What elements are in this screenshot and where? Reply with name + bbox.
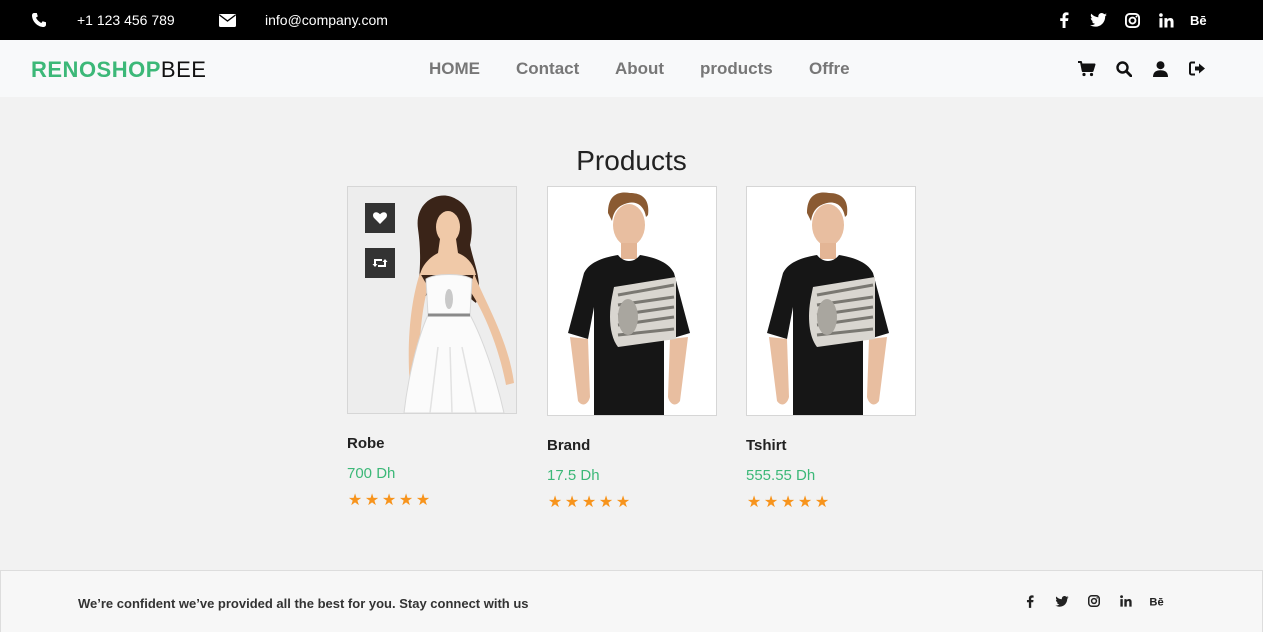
twitter-icon[interactable]	[1046, 589, 1078, 613]
retweet-icon	[372, 259, 388, 267]
star-icon: ★	[381, 492, 397, 509]
instagram-icon[interactable]	[1115, 0, 1149, 40]
star-icon: ★	[581, 494, 597, 511]
svg-text:Bē: Bē	[1149, 596, 1163, 607]
star-icon: ★	[547, 494, 563, 511]
product-rating: ★ ★ ★ ★ ★	[547, 495, 631, 511]
phone-number[interactable]: +1 123 456 789	[77, 0, 175, 40]
site-logo[interactable]: RENOSHOPBEE	[31, 58, 206, 82]
top-contact-bar: +1 123 456 789 info@company.com Bē	[0, 0, 1263, 40]
behance-icon[interactable]: Bē	[1142, 589, 1174, 613]
email-address[interactable]: info@company.com	[265, 0, 388, 40]
star-icon: ★	[746, 494, 762, 511]
star-icon: ★	[364, 492, 380, 509]
star-icon: ★	[347, 492, 363, 509]
linkedin-icon[interactable]	[1149, 0, 1183, 40]
nav-link-home[interactable]: HOME	[429, 59, 480, 79]
star-icon: ★	[763, 494, 779, 511]
footer-social-links: Bē	[1014, 589, 1174, 613]
product-image-tshirt[interactable]	[746, 186, 916, 416]
page-footer: We’re confident we’ve provided all the b…	[0, 570, 1263, 632]
star-icon: ★	[398, 492, 414, 509]
product-card-brand[interactable]: Brand 17.5 Dh ★ ★ ★ ★ ★	[547, 186, 717, 516]
user-icon[interactable]	[1142, 40, 1179, 97]
behance-icon[interactable]: Bē	[1183, 0, 1217, 40]
twitter-icon[interactable]	[1081, 0, 1115, 40]
product-card-tshirt[interactable]: Tshirt 555.55 Dh ★ ★ ★ ★ ★	[746, 186, 916, 516]
svg-text:Bē: Bē	[1190, 13, 1207, 27]
product-card-robe[interactable]: Robe 700 Dh ★ ★ ★ ★ ★	[347, 186, 517, 516]
product-name[interactable]: Brand	[547, 437, 590, 454]
product-image-brand[interactable]	[547, 186, 717, 416]
section-title: Products	[576, 145, 687, 176]
star-icon: ★	[598, 494, 614, 511]
nav-link-contact[interactable]: Contact	[516, 59, 579, 79]
logo-part-secondary: BEE	[160, 57, 207, 82]
wishlist-button[interactable]	[365, 203, 395, 233]
envelope-icon	[218, 11, 236, 29]
instagram-icon[interactable]	[1078, 589, 1110, 613]
facebook-icon[interactable]	[1014, 589, 1046, 613]
phone-icon	[30, 11, 48, 29]
star-icon: ★	[780, 494, 796, 511]
facebook-icon[interactable]	[1047, 0, 1081, 40]
nav-link-products[interactable]: products	[700, 59, 773, 79]
product-rating: ★ ★ ★ ★ ★	[347, 493, 431, 509]
logo-part-primary: RENOSHOP	[31, 57, 161, 82]
product-price: 17.5 Dh	[547, 467, 600, 484]
nav-actions	[1068, 40, 1216, 97]
linkedin-icon[interactable]	[1110, 589, 1142, 613]
product-image-robe[interactable]	[347, 186, 517, 414]
product-rating: ★ ★ ★ ★ ★	[746, 495, 830, 511]
footer-text: We’re confident we’ve provided all the b…	[78, 596, 529, 611]
main-navbar: RENOSHOPBEE HOME Contact About products …	[0, 40, 1263, 97]
product-price: 555.55 Dh	[746, 467, 816, 484]
sign-out-icon[interactable]	[1179, 40, 1216, 97]
top-social-links: Bē	[1047, 0, 1217, 40]
compare-button[interactable]	[365, 248, 395, 278]
star-icon: ★	[797, 494, 813, 511]
product-name[interactable]: Robe	[347, 435, 385, 452]
product-name[interactable]: Tshirt	[746, 437, 787, 454]
nav-link-offre[interactable]: Offre	[809, 59, 850, 79]
cart-icon[interactable]	[1068, 40, 1105, 97]
search-icon[interactable]	[1105, 40, 1142, 97]
heart-icon	[373, 212, 387, 224]
star-icon: ★	[415, 492, 431, 509]
star-icon: ★	[814, 494, 830, 511]
nav-link-about[interactable]: About	[615, 59, 664, 79]
product-price: 700 Dh	[347, 465, 396, 482]
star-icon: ★	[615, 494, 631, 511]
star-icon: ★	[564, 494, 580, 511]
